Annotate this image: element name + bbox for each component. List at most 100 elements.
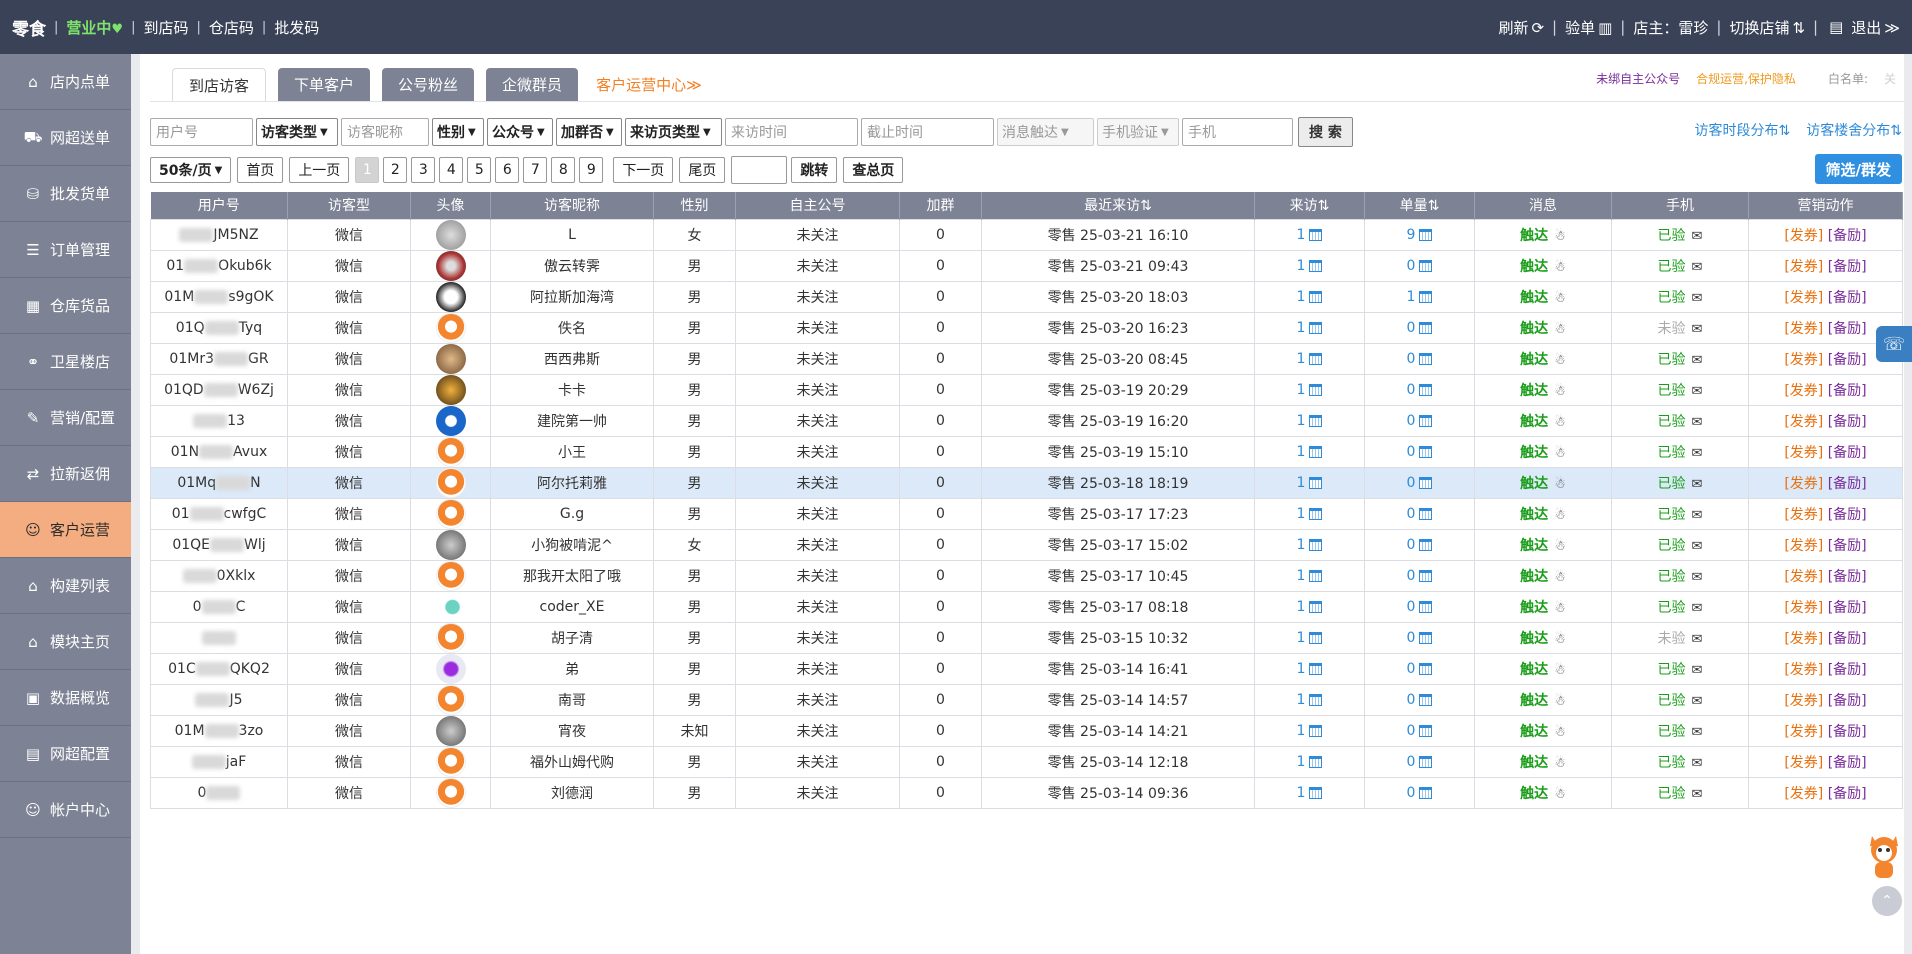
visits-cell[interactable]: 1 [1254, 249, 1365, 282]
calendar-icon[interactable] [1309, 569, 1323, 582]
business-status[interactable]: 营业中♥ [66, 17, 123, 38]
calendar-icon[interactable] [1309, 476, 1323, 489]
reward-link[interactable]: [备励] [1828, 228, 1867, 244]
page-number-button[interactable]: 9 [579, 157, 604, 183]
avatar[interactable] [435, 592, 466, 621]
calendar-icon[interactable] [1419, 414, 1433, 427]
column-header[interactable]: 最近来访⇅ [981, 192, 1255, 219]
phone-input[interactable]: 手机 [1182, 118, 1293, 146]
reward-link[interactable]: [备励] [1828, 600, 1867, 616]
snowman-icon[interactable]: ☃ [1554, 632, 1566, 647]
calendar-icon[interactable] [1419, 445, 1433, 458]
avatar[interactable] [435, 747, 466, 776]
orders-cell[interactable]: 0 [1364, 745, 1475, 778]
reward-link[interactable]: [备励] [1828, 755, 1867, 771]
send-coupon-link[interactable]: [发券] [1784, 755, 1823, 771]
visits-count[interactable]: 1 [1297, 258, 1306, 274]
orders-count[interactable]: 0 [1407, 599, 1416, 615]
visits-count[interactable]: 1 [1297, 413, 1306, 429]
avatar[interactable] [435, 313, 466, 342]
visits-count[interactable]: 1 [1297, 506, 1306, 522]
visits-cell[interactable]: 1 [1254, 435, 1365, 468]
calendar-icon[interactable] [1309, 321, 1323, 334]
tab-order-customers[interactable]: 下单客户 [278, 68, 371, 102]
whitelist-toggle[interactable]: 白名单: 关 [1812, 70, 1896, 87]
snowman-icon[interactable]: ☃ [1554, 322, 1566, 337]
message-reach-link[interactable]: 触达 [1520, 786, 1548, 802]
snowman-icon[interactable]: ☃ [1554, 508, 1566, 523]
filter-broadcast-button[interactable]: 筛选/群发 [1814, 154, 1902, 184]
phone-verify-select[interactable]: 手机验证 ▼ [1097, 118, 1179, 146]
reward-link[interactable]: [备励] [1828, 383, 1867, 399]
reward-link[interactable]: [备励] [1828, 290, 1867, 306]
mail-icon[interactable]: ✉ [1692, 415, 1703, 430]
calendar-icon[interactable] [1419, 383, 1433, 396]
orders-count[interactable]: 0 [1407, 475, 1416, 491]
orders-cell[interactable]: 0 [1364, 528, 1475, 561]
calendar-icon[interactable] [1419, 786, 1433, 799]
send-coupon-link[interactable]: [发券] [1784, 414, 1823, 430]
sidebar-item-9[interactable]: ⌂ 构建列表 [0, 558, 131, 614]
sidebar-item-0[interactable]: ⌂ 店内点单 [0, 54, 131, 110]
sidebar-item-1[interactable]: ⛟ 网超送单 [0, 110, 131, 166]
column-header[interactable]: 单量⇅ [1364, 192, 1475, 219]
column-header[interactable]: 来访⇅ [1254, 192, 1365, 219]
orders-count[interactable]: 0 [1407, 351, 1416, 367]
snowman-icon[interactable]: ☃ [1554, 446, 1566, 461]
visits-count[interactable]: 1 [1297, 320, 1306, 336]
snowman-icon[interactable]: ☃ [1554, 415, 1566, 430]
mail-icon[interactable]: ✉ [1692, 570, 1703, 585]
snowman-icon[interactable]: ☃ [1554, 260, 1566, 275]
reward-link[interactable]: [备励] [1828, 538, 1867, 554]
tab-wecom-members[interactable]: 企微群员 [486, 68, 579, 102]
message-reach-link[interactable]: 触达 [1520, 321, 1548, 337]
sidebar-item-5[interactable]: ⚭ 卫星楼店 [0, 334, 131, 390]
tab-store-visitors[interactable]: 到店访客 [172, 68, 267, 102]
mail-icon[interactable]: ✉ [1692, 260, 1703, 275]
send-coupon-link[interactable]: [发券] [1784, 507, 1823, 523]
calendar-icon[interactable] [1309, 507, 1323, 520]
message-reach-link[interactable]: 触达 [1520, 476, 1548, 492]
sidebar-item-2[interactable]: ⛁ 批发货单 [0, 166, 131, 222]
send-coupon-link[interactable]: [发券] [1784, 352, 1823, 368]
avatar[interactable] [435, 716, 466, 745]
message-reach-link[interactable]: 触达 [1520, 631, 1548, 647]
calendar-icon[interactable] [1419, 321, 1433, 334]
reward-link[interactable]: [备励] [1828, 507, 1867, 523]
send-coupon-link[interactable]: [发券] [1784, 476, 1823, 492]
send-coupon-link[interactable]: [发券] [1784, 538, 1823, 554]
snowman-icon[interactable]: ☃ [1554, 477, 1566, 492]
prev-page-button[interactable]: 上一页 [289, 157, 350, 183]
visits-cell[interactable]: 1 [1254, 528, 1365, 561]
visits-cell[interactable]: 1 [1254, 776, 1365, 809]
orders-cell[interactable]: 0 [1364, 683, 1475, 716]
end-time-input[interactable]: 截止时间 [861, 118, 994, 146]
per-page-select[interactable]: 50条/页 ▼ [150, 157, 232, 183]
wholesale-code-link[interactable]: 批发码 [274, 17, 319, 38]
search-button[interactable]: 搜 索 [1298, 117, 1353, 147]
visits-cell[interactable]: 1 [1254, 590, 1365, 623]
visits-count[interactable]: 1 [1297, 568, 1306, 584]
building-distribution-link[interactable]: 访客楼舍分布⇅ [1806, 120, 1902, 140]
mail-icon[interactable]: ✉ [1692, 353, 1703, 368]
mail-icon[interactable]: ✉ [1692, 446, 1703, 461]
calendar-icon[interactable] [1419, 755, 1433, 768]
visits-count[interactable]: 1 [1297, 537, 1306, 553]
calendar-icon[interactable] [1309, 631, 1323, 644]
visits-cell[interactable]: 1 [1254, 404, 1365, 437]
total-pages-button[interactable]: 查总页 [843, 157, 904, 183]
user-id-input[interactable]: 用户号 [150, 118, 253, 146]
mail-icon[interactable]: ✉ [1692, 539, 1703, 554]
calendar-icon[interactable] [1309, 538, 1323, 551]
orders-cell[interactable]: 0 [1364, 435, 1475, 468]
mail-icon[interactable]: ✉ [1692, 477, 1703, 492]
orders-count[interactable]: 0 [1407, 444, 1416, 460]
customer-center-link[interactable]: 客户运营中心≫ [590, 68, 708, 102]
sidebar-item-6[interactable]: ✎ 营销/配置 [0, 390, 131, 446]
avatar[interactable] [435, 499, 466, 528]
reward-link[interactable]: [备励] [1828, 662, 1867, 678]
avatar[interactable] [435, 375, 466, 404]
visits-cell[interactable]: 1 [1254, 714, 1365, 747]
avatar[interactable] [435, 220, 466, 249]
mail-icon[interactable]: ✉ [1692, 384, 1703, 399]
